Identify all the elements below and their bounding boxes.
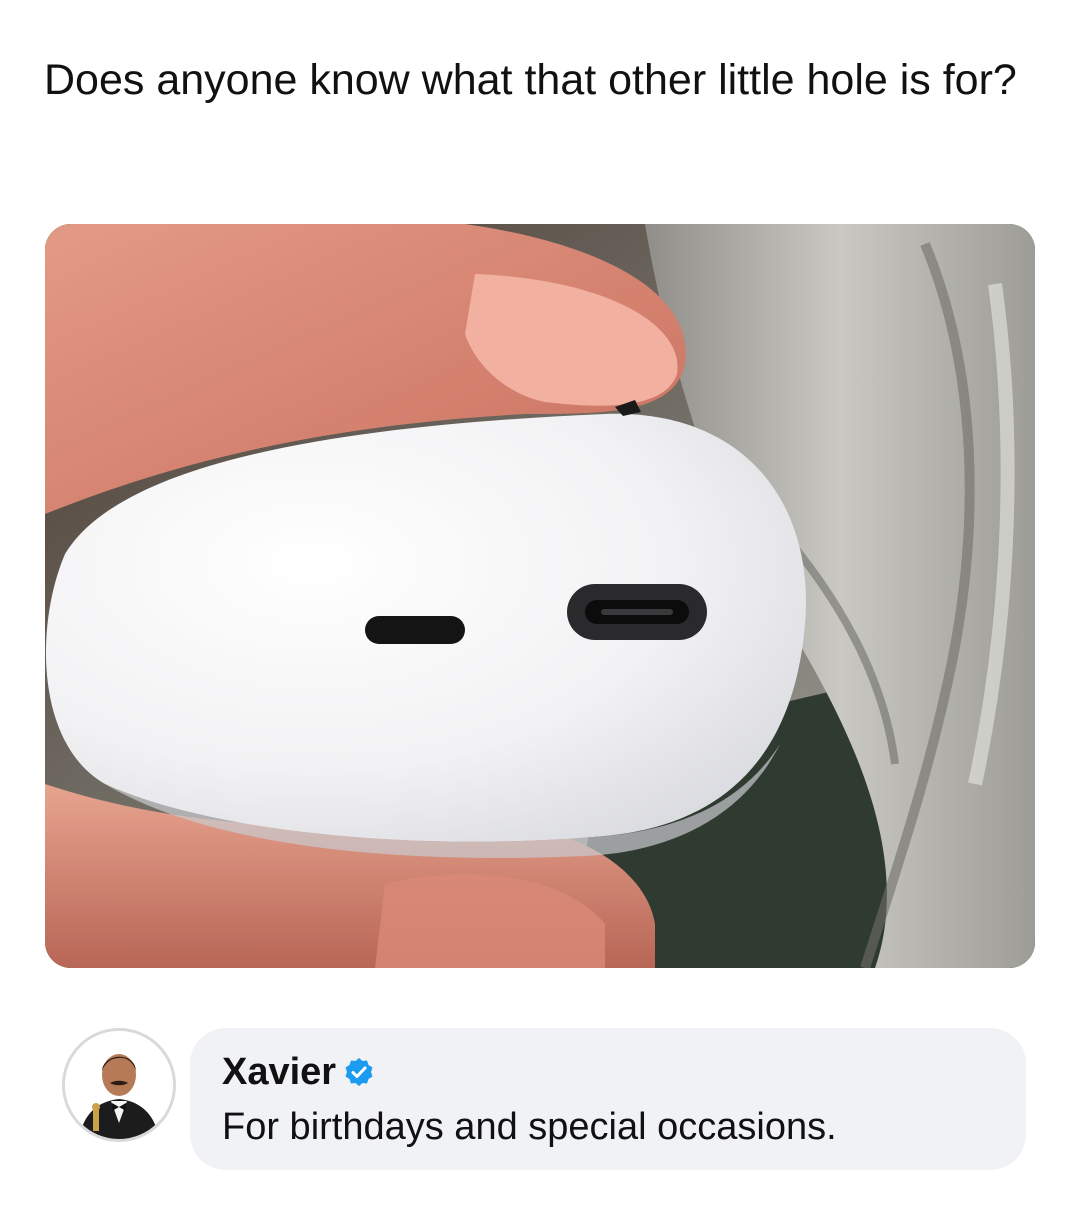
small-hole (365, 616, 465, 644)
post-photo[interactable] (45, 224, 1035, 968)
comment-bubble: Xavier For birthdays and special occasio… (190, 1028, 1026, 1170)
comment-text: For birthdays and special occasions. (222, 1106, 837, 1148)
post-text: Does anyone know what that other little … (44, 56, 1017, 104)
author-name[interactable]: Xavier (222, 1050, 336, 1094)
comment-author[interactable]: Xavier (222, 1050, 374, 1094)
avatar[interactable] (62, 1028, 176, 1142)
avatar-image (65, 1031, 173, 1139)
comment: Xavier For birthdays and special occasio… (0, 1020, 1080, 1180)
verified-badge-icon (345, 1058, 373, 1086)
earbud-case-photo (45, 224, 1035, 968)
